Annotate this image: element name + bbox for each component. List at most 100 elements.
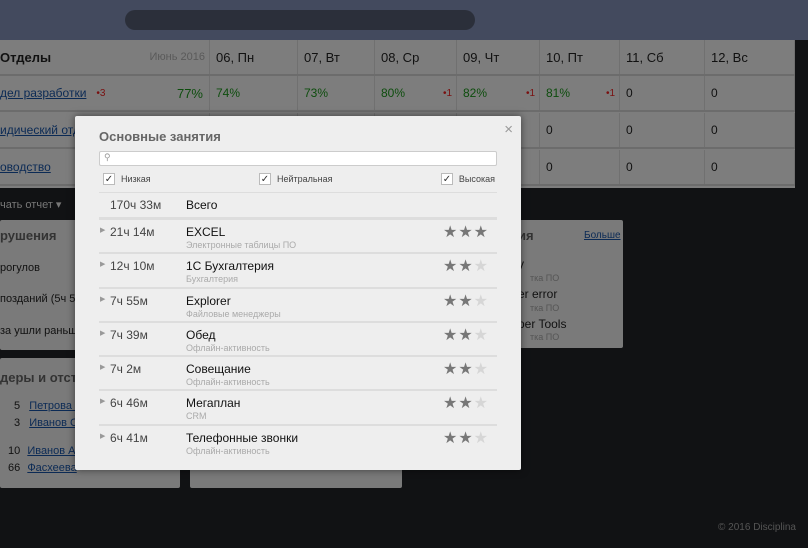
violations-badge: •1 <box>442 87 452 99</box>
day-header: 10, Пт <box>540 40 620 74</box>
violation-item: за ушли раньше <box>0 325 84 337</box>
activity-row[interactable]: ▶ 7ч 55м Explorer Файловые менеджеры ★★★ <box>99 286 497 321</box>
activity-name: Телефонные звонки <box>186 430 299 445</box>
filter-label: Нейтральная <box>277 174 333 184</box>
employee-link[interactable]: Иванов Ан <box>27 445 81 457</box>
department-link[interactable]: дел разработки <box>0 86 86 100</box>
activity-row[interactable]: ▶ 21ч 14м EXCEL Электронные таблицы ПО ★★★ <box>99 218 497 252</box>
productivity-rating[interactable]: ★★★ <box>443 428 489 448</box>
day-cell: 0 <box>705 150 795 184</box>
star-icon[interactable]: ★ <box>458 395 473 412</box>
activity-time: 7ч 55м <box>110 293 148 308</box>
star-icon[interactable]: ★ <box>474 430 489 447</box>
count: 5 <box>14 400 21 412</box>
checkbox-checked-icon[interactable]: ✓ <box>259 173 271 185</box>
productivity-rating[interactable]: ★★★ <box>443 325 489 345</box>
star-icon[interactable]: ★ <box>474 224 489 241</box>
footer-copyright: © 2016 Disciplina <box>718 522 796 533</box>
star-icon[interactable]: ★ <box>458 224 473 241</box>
star-icon[interactable]: ★ <box>458 258 473 275</box>
filter-high[interactable]: ✓ Высокая <box>440 173 495 185</box>
search-input[interactable]: ⚲ <box>99 151 497 166</box>
day-value: 0 <box>711 86 718 100</box>
checkbox-checked-icon[interactable]: ✓ <box>440 173 453 185</box>
day-value: 74% <box>216 86 241 100</box>
star-icon[interactable]: ★ <box>443 224 458 241</box>
star-icon[interactable]: ★ <box>443 293 458 310</box>
day-cell: 73% <box>298 76 375 110</box>
productivity-rating[interactable]: ★★★ <box>443 393 489 413</box>
star-icon[interactable]: ★ <box>458 430 473 447</box>
expand-arrow-icon[interactable]: ▶ <box>100 226 105 234</box>
star-icon[interactable]: ★ <box>443 430 458 447</box>
productivity-rating[interactable]: ★★★ <box>443 256 489 276</box>
productivity-rating[interactable]: ★★★ <box>443 291 489 311</box>
expand-arrow-icon[interactable]: ▶ <box>100 329 105 337</box>
app-name: per Tools <box>518 317 567 331</box>
filter-label: Высокая <box>458 174 495 184</box>
star-icon[interactable]: ★ <box>474 258 489 275</box>
productivity-rating[interactable]: ★★★ <box>443 359 489 379</box>
violation-item: рогулов <box>0 262 41 274</box>
day-label: 09, Чт <box>463 49 500 65</box>
day-cell: 0 <box>705 76 795 110</box>
activity-row[interactable]: ▶ 12ч 10м 1С Бухгалтерия Бухгалтерия ★★★ <box>99 252 497 286</box>
activity-row[interactable]: ▶ 6ч 41м Телефонные звонки Офлайн-активност… <box>99 423 497 458</box>
productivity-rating[interactable]: ★★★ <box>443 222 489 242</box>
activity-name: Обед <box>186 327 216 342</box>
expand-arrow-icon[interactable]: ▶ <box>100 363 105 371</box>
checkbox-checked-icon[interactable]: ✓ <box>103 173 115 185</box>
activity-name: 1С Бухгалтерия <box>186 259 274 274</box>
expand-arrow-icon[interactable]: ▶ <box>100 295 105 303</box>
month-label: Июнь 2016 <box>149 51 206 63</box>
employee-link[interactable]: Фасхеева <box>27 462 76 474</box>
activity-row[interactable]: ▶ 7ч 39м Обед Офлайн-активность ★★★ <box>99 320 497 355</box>
activity-name: Explorer <box>186 293 231 308</box>
print-report-button[interactable]: чать отчет ▾ <box>0 198 61 211</box>
star-icon[interactable]: ★ <box>458 361 473 378</box>
total-row: 170ч 33м Всего <box>99 192 497 218</box>
activity-row[interactable]: ▶ 6ч 46м Мегаплан CRM ★★★ <box>99 389 497 423</box>
star-icon[interactable]: ★ <box>474 361 489 378</box>
close-icon[interactable]: × <box>504 121 513 138</box>
app-category: тка ПО <box>530 273 560 283</box>
expand-arrow-icon[interactable]: ▶ <box>100 397 105 405</box>
activity-time: 12ч 10м <box>110 259 155 274</box>
day-cell: 0 <box>540 113 620 147</box>
more-link[interactable]: Больше <box>584 230 621 241</box>
expand-arrow-icon[interactable]: ▶ <box>100 432 105 440</box>
day-value: 80% <box>381 86 406 100</box>
activity-category: Офлайн-активность <box>186 342 270 353</box>
activity-name: Совещание <box>186 362 251 377</box>
day-value: 0 <box>711 160 718 174</box>
star-icon[interactable]: ★ <box>443 327 458 344</box>
star-icon[interactable]: ★ <box>474 395 489 412</box>
violations-badge: •3 <box>96 87 106 99</box>
day-label: 12, Вс <box>711 49 748 65</box>
day-label: 11, Сб <box>626 49 664 65</box>
filter-label: Низкая <box>121 174 151 184</box>
star-icon[interactable]: ★ <box>458 327 473 344</box>
day-value: 0 <box>626 160 633 174</box>
star-icon[interactable]: ★ <box>474 293 489 310</box>
star-icon[interactable]: ★ <box>443 258 458 275</box>
activity-category: Офлайн-активность <box>186 445 270 456</box>
department-link[interactable]: идический отд <box>0 123 80 137</box>
activity-list: 170ч 33м Всего ▶ 21ч 14м EXCEL Электронные … <box>99 192 497 458</box>
day-cell: 0 <box>620 76 705 110</box>
day-cell: 81% •1 <box>540 76 620 110</box>
star-icon[interactable]: ★ <box>474 327 489 344</box>
header-cell: Отделы Июнь 2016 <box>0 40 210 74</box>
star-icon[interactable]: ★ <box>458 293 473 310</box>
department-link[interactable]: оводство <box>0 160 51 174</box>
star-icon[interactable]: ★ <box>443 361 458 378</box>
filter-low[interactable]: ✓ Низкая <box>103 173 151 185</box>
activity-category: Офлайн-активность <box>186 377 270 388</box>
expand-arrow-icon[interactable]: ▶ <box>100 260 105 268</box>
activity-time: 7ч 39м <box>110 327 148 342</box>
day-cell: 80% •1 <box>375 76 457 110</box>
global-search[interactable] <box>125 10 475 30</box>
activity-row[interactable]: ▶ 7ч 2м Совещание Офлайн-активность ★★★ <box>99 355 497 389</box>
star-icon[interactable]: ★ <box>443 395 458 412</box>
filter-neutral[interactable]: ✓ Нейтральная <box>259 173 332 185</box>
